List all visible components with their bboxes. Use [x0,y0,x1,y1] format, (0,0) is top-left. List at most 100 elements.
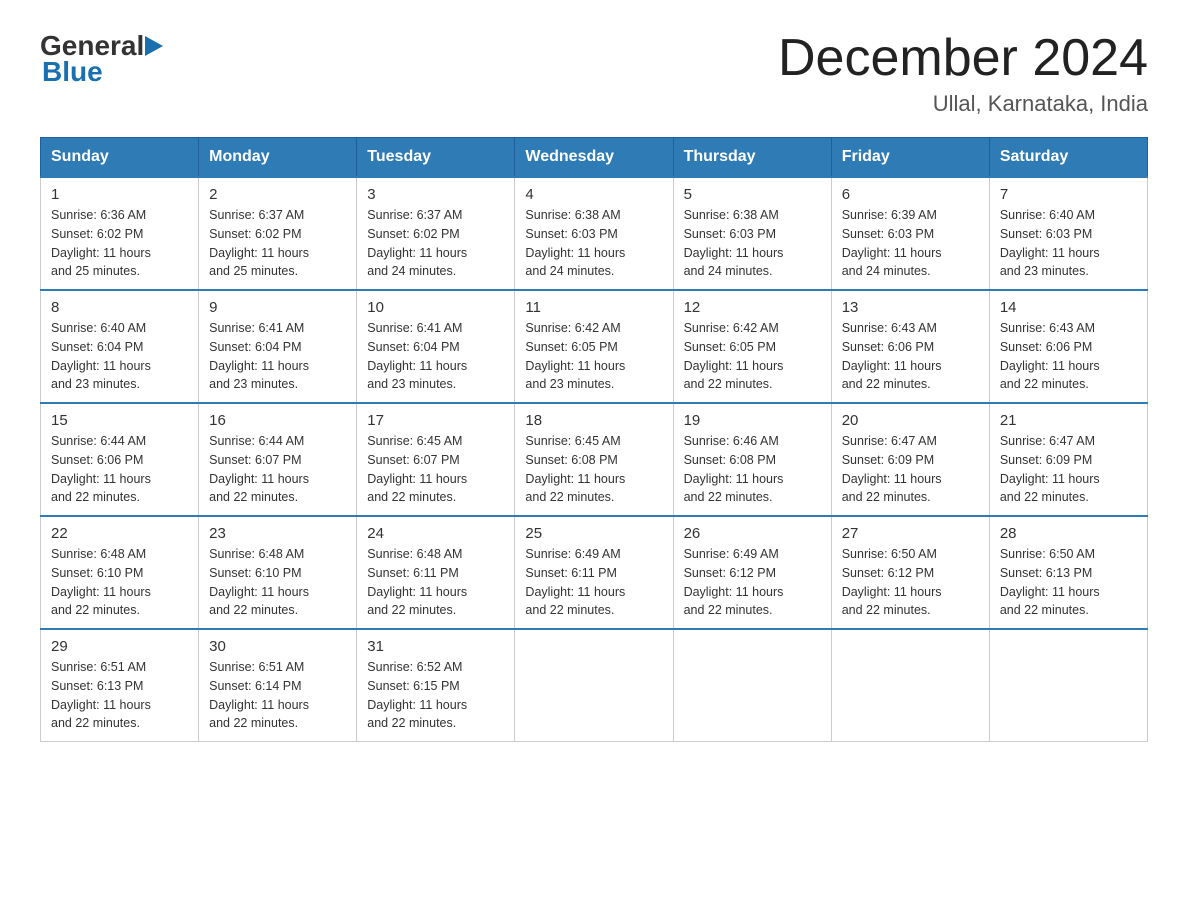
calendar-cell: 15 Sunrise: 6:44 AMSunset: 6:06 PMDaylig… [41,403,199,516]
day-number: 21 [1000,412,1137,429]
day-number: 15 [51,412,188,429]
day-info: Sunrise: 6:48 AMSunset: 6:11 PMDaylight:… [367,547,467,617]
calendar-cell: 11 Sunrise: 6:42 AMSunset: 6:05 PMDaylig… [515,290,673,403]
calendar-cell: 24 Sunrise: 6:48 AMSunset: 6:11 PMDaylig… [357,516,515,629]
day-info: Sunrise: 6:39 AMSunset: 6:03 PMDaylight:… [842,208,942,278]
day-info: Sunrise: 6:47 AMSunset: 6:09 PMDaylight:… [1000,434,1100,504]
logo-arrow-icon [144,35,164,57]
page-header: General Blue December 2024 Ullal, Karnat… [40,30,1148,117]
day-number: 27 [842,525,979,542]
day-number: 23 [209,525,346,542]
day-number: 13 [842,299,979,316]
day-number: 18 [525,412,662,429]
calendar-cell: 25 Sunrise: 6:49 AMSunset: 6:11 PMDaylig… [515,516,673,629]
day-number: 12 [684,299,821,316]
day-number: 9 [209,299,346,316]
column-header-thursday: Thursday [673,138,831,178]
day-number: 17 [367,412,504,429]
day-info: Sunrise: 6:47 AMSunset: 6:09 PMDaylight:… [842,434,942,504]
logo-area: General Blue [40,30,164,88]
calendar-cell: 20 Sunrise: 6:47 AMSunset: 6:09 PMDaylig… [831,403,989,516]
day-number: 3 [367,186,504,203]
calendar-cell: 4 Sunrise: 6:38 AMSunset: 6:03 PMDayligh… [515,177,673,290]
calendar-cell: 27 Sunrise: 6:50 AMSunset: 6:12 PMDaylig… [831,516,989,629]
calendar-cell [515,629,673,742]
day-info: Sunrise: 6:43 AMSunset: 6:06 PMDaylight:… [1000,321,1100,391]
calendar-cell: 28 Sunrise: 6:50 AMSunset: 6:13 PMDaylig… [989,516,1147,629]
day-number: 1 [51,186,188,203]
calendar-cell: 1 Sunrise: 6:36 AMSunset: 6:02 PMDayligh… [41,177,199,290]
day-number: 28 [1000,525,1137,542]
calendar-cell: 2 Sunrise: 6:37 AMSunset: 6:02 PMDayligh… [199,177,357,290]
calendar-cell: 14 Sunrise: 6:43 AMSunset: 6:06 PMDaylig… [989,290,1147,403]
column-header-sunday: Sunday [41,138,199,178]
day-info: Sunrise: 6:48 AMSunset: 6:10 PMDaylight:… [209,547,309,617]
day-info: Sunrise: 6:44 AMSunset: 6:06 PMDaylight:… [51,434,151,504]
day-info: Sunrise: 6:49 AMSunset: 6:11 PMDaylight:… [525,547,625,617]
calendar-cell: 21 Sunrise: 6:47 AMSunset: 6:09 PMDaylig… [989,403,1147,516]
day-info: Sunrise: 6:37 AMSunset: 6:02 PMDaylight:… [367,208,467,278]
calendar-cell [989,629,1147,742]
day-number: 24 [367,525,504,542]
day-info: Sunrise: 6:40 AMSunset: 6:03 PMDaylight:… [1000,208,1100,278]
day-info: Sunrise: 6:43 AMSunset: 6:06 PMDaylight:… [842,321,942,391]
calendar-cell [673,629,831,742]
column-header-friday: Friday [831,138,989,178]
calendar-cell: 3 Sunrise: 6:37 AMSunset: 6:02 PMDayligh… [357,177,515,290]
day-info: Sunrise: 6:38 AMSunset: 6:03 PMDaylight:… [684,208,784,278]
calendar-title: December 2024 [778,30,1148,87]
day-info: Sunrise: 6:48 AMSunset: 6:10 PMDaylight:… [51,547,151,617]
day-number: 19 [684,412,821,429]
day-number: 26 [684,525,821,542]
calendar-cell [831,629,989,742]
day-info: Sunrise: 6:42 AMSunset: 6:05 PMDaylight:… [684,321,784,391]
day-info: Sunrise: 6:44 AMSunset: 6:07 PMDaylight:… [209,434,309,504]
calendar-cell: 10 Sunrise: 6:41 AMSunset: 6:04 PMDaylig… [357,290,515,403]
column-header-tuesday: Tuesday [357,138,515,178]
day-number: 6 [842,186,979,203]
day-info: Sunrise: 6:36 AMSunset: 6:02 PMDaylight:… [51,208,151,278]
calendar-week-row: 29 Sunrise: 6:51 AMSunset: 6:13 PMDaylig… [41,629,1148,742]
day-info: Sunrise: 6:50 AMSunset: 6:13 PMDaylight:… [1000,547,1100,617]
day-number: 16 [209,412,346,429]
calendar-cell: 16 Sunrise: 6:44 AMSunset: 6:07 PMDaylig… [199,403,357,516]
day-info: Sunrise: 6:38 AMSunset: 6:03 PMDaylight:… [525,208,625,278]
calendar-header-row: SundayMondayTuesdayWednesdayThursdayFrid… [41,138,1148,178]
calendar-week-row: 15 Sunrise: 6:44 AMSunset: 6:06 PMDaylig… [41,403,1148,516]
day-info: Sunrise: 6:50 AMSunset: 6:12 PMDaylight:… [842,547,942,617]
calendar-cell: 13 Sunrise: 6:43 AMSunset: 6:06 PMDaylig… [831,290,989,403]
calendar-cell: 8 Sunrise: 6:40 AMSunset: 6:04 PMDayligh… [41,290,199,403]
day-number: 25 [525,525,662,542]
calendar-cell: 5 Sunrise: 6:38 AMSunset: 6:03 PMDayligh… [673,177,831,290]
calendar-week-row: 22 Sunrise: 6:48 AMSunset: 6:10 PMDaylig… [41,516,1148,629]
day-info: Sunrise: 6:41 AMSunset: 6:04 PMDaylight:… [367,321,467,391]
day-number: 20 [842,412,979,429]
day-number: 10 [367,299,504,316]
day-info: Sunrise: 6:45 AMSunset: 6:08 PMDaylight:… [525,434,625,504]
calendar-cell: 18 Sunrise: 6:45 AMSunset: 6:08 PMDaylig… [515,403,673,516]
calendar-cell: 17 Sunrise: 6:45 AMSunset: 6:07 PMDaylig… [357,403,515,516]
logo-blue-text: Blue [42,56,103,87]
column-header-monday: Monday [199,138,357,178]
day-info: Sunrise: 6:42 AMSunset: 6:05 PMDaylight:… [525,321,625,391]
calendar-cell: 31 Sunrise: 6:52 AMSunset: 6:15 PMDaylig… [357,629,515,742]
day-number: 4 [525,186,662,203]
calendar-subtitle: Ullal, Karnataka, India [778,91,1148,117]
calendar-cell: 6 Sunrise: 6:39 AMSunset: 6:03 PMDayligh… [831,177,989,290]
day-info: Sunrise: 6:51 AMSunset: 6:13 PMDaylight:… [51,660,151,730]
column-header-wednesday: Wednesday [515,138,673,178]
calendar-cell: 12 Sunrise: 6:42 AMSunset: 6:05 PMDaylig… [673,290,831,403]
day-info: Sunrise: 6:45 AMSunset: 6:07 PMDaylight:… [367,434,467,504]
day-number: 11 [525,299,662,316]
day-info: Sunrise: 6:40 AMSunset: 6:04 PMDaylight:… [51,321,151,391]
day-number: 8 [51,299,188,316]
calendar-cell: 26 Sunrise: 6:49 AMSunset: 6:12 PMDaylig… [673,516,831,629]
day-info: Sunrise: 6:52 AMSunset: 6:15 PMDaylight:… [367,660,467,730]
day-info: Sunrise: 6:41 AMSunset: 6:04 PMDaylight:… [209,321,309,391]
calendar-cell: 22 Sunrise: 6:48 AMSunset: 6:10 PMDaylig… [41,516,199,629]
day-info: Sunrise: 6:46 AMSunset: 6:08 PMDaylight:… [684,434,784,504]
day-number: 5 [684,186,821,203]
calendar-week-row: 8 Sunrise: 6:40 AMSunset: 6:04 PMDayligh… [41,290,1148,403]
day-number: 14 [1000,299,1137,316]
day-number: 30 [209,638,346,655]
